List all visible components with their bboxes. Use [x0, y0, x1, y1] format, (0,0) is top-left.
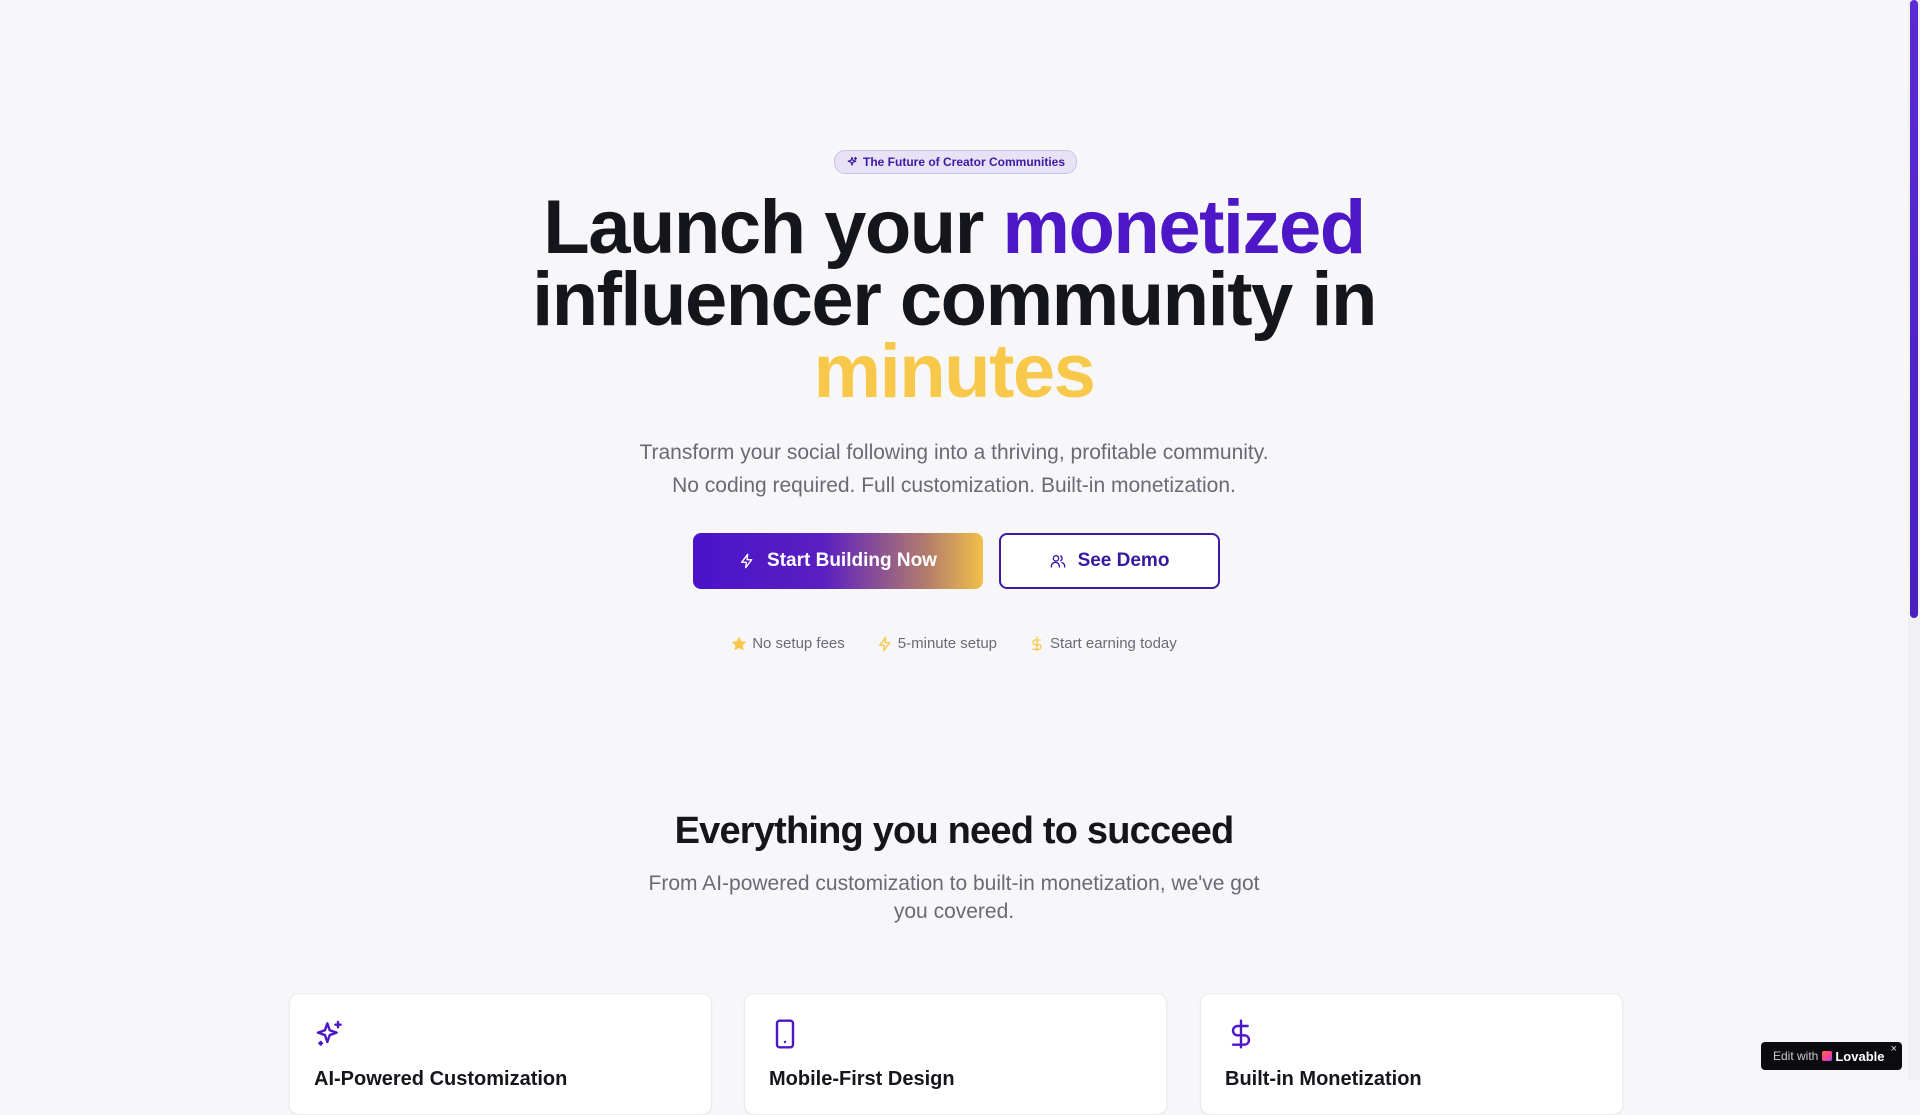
edit-with-lovable-badge[interactable]: Edit with Lovable ×	[1761, 1042, 1902, 1070]
perk-five-minute-setup: 5-minute setup	[877, 635, 997, 652]
perk-no-setup-fees: No setup fees	[731, 635, 845, 652]
lovable-logo-icon	[1822, 1051, 1833, 1061]
perk-label: No setup fees	[752, 635, 845, 652]
lovable-prefix: Edit with	[1773, 1049, 1819, 1063]
start-building-button[interactable]: Start Building Now	[693, 533, 983, 589]
hero-subtitle: Transform your social following into a t…	[0, 436, 1908, 502]
sparkles-icon	[846, 156, 858, 168]
see-demo-button[interactable]: See Demo	[999, 533, 1220, 589]
perk-label: 5-minute setup	[897, 635, 998, 652]
page-scrollbar[interactable]	[1908, 0, 1920, 1080]
hero-subtitle-line-2: No coding required. Full customization. …	[672, 474, 1236, 497]
perk-start-earning: Start earning today	[1029, 635, 1177, 652]
hero-title: Launch your monetized influencer communi…	[0, 190, 1908, 414]
hero-title-accent-minutes: minutes	[813, 329, 1096, 414]
badge-label: The Future of Creator Communities	[863, 155, 1066, 169]
features-section-subtitle: From AI-powered customization to built-i…	[648, 872, 1260, 923]
sparkles-icon	[314, 1018, 346, 1050]
scrollbar-thumb[interactable]	[1910, 0, 1918, 618]
see-demo-label: See Demo	[1077, 550, 1170, 571]
perks-row: No setup fees 5-minute setup Start earni…	[0, 635, 1908, 652]
hero-subtitle-line-1: Transform your social following into a t…	[639, 441, 1269, 464]
perk-label: Start earning today	[1050, 635, 1177, 652]
star-icon	[731, 636, 747, 652]
users-icon	[1050, 553, 1066, 569]
landing-page: The Future of Creator Communities Launch…	[0, 0, 1908, 1115]
smartphone-icon	[769, 1018, 801, 1050]
lovable-brand-label: Lovable	[1835, 1048, 1885, 1064]
close-icon[interactable]: ×	[1891, 1043, 1897, 1055]
feature-card-ai-customization: AI-Powered Customization	[289, 993, 712, 1115]
lovable-brand: Lovable	[1822, 1049, 1884, 1064]
zap-icon	[877, 636, 893, 652]
feature-card-mobile-first: Mobile-First Design	[744, 993, 1167, 1115]
dollar-icon	[1029, 636, 1045, 652]
hero-title-line-1: Launch your monetized	[0, 190, 1908, 266]
feature-card-monetization: Built-in Monetization	[1200, 993, 1623, 1115]
start-building-label: Start Building Now	[767, 550, 937, 571]
hero-title-line-2: influencer community in	[532, 257, 1377, 342]
dollar-icon	[1225, 1018, 1257, 1050]
features-section-title: Everything you need to succeed	[674, 810, 1235, 852]
zap-icon	[739, 553, 755, 569]
hero-badge: The Future of Creator Communities	[834, 150, 1078, 174]
